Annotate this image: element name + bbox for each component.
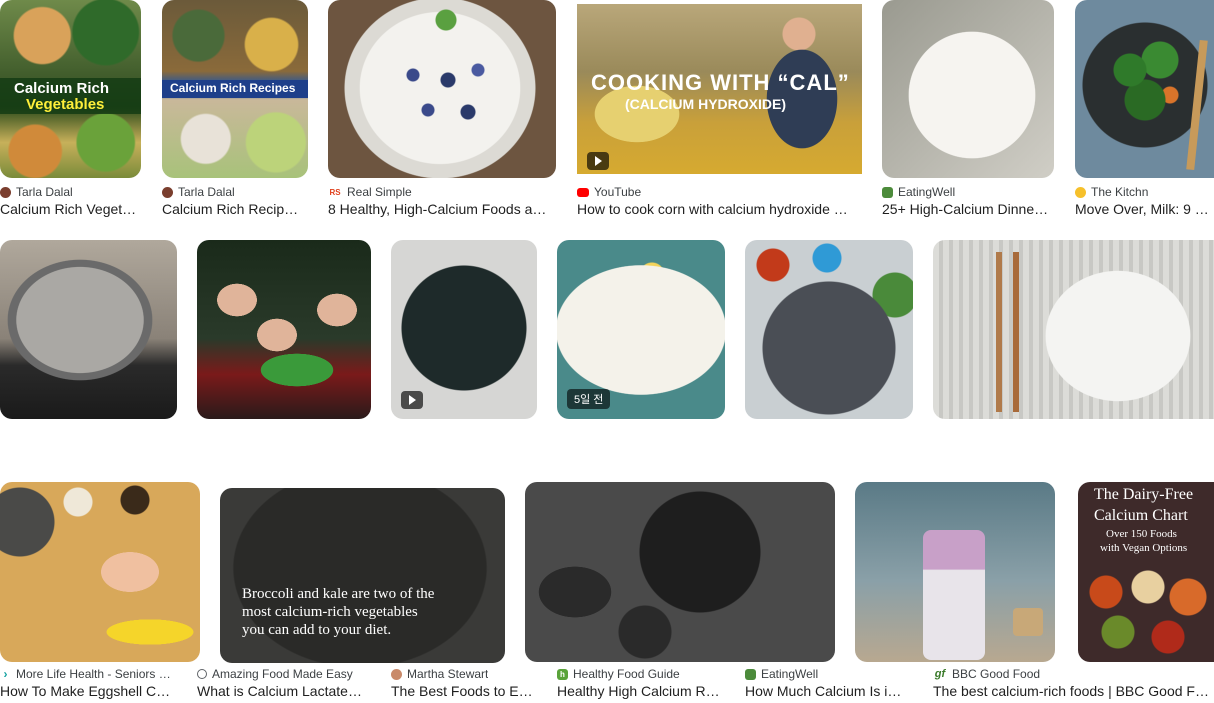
result-title[interactable]: How to cook corn with calcium hydroxide … bbox=[577, 201, 862, 221]
image-text: you can add to your diet. bbox=[242, 622, 392, 638]
result-source[interactable]: › More Life Health - Seniors … bbox=[0, 666, 171, 682]
result-thumbnail[interactable] bbox=[197, 240, 371, 419]
result-source[interactable]: Martha Stewart bbox=[391, 666, 488, 682]
result-thumbnail[interactable]: The Dairy-Free Calcium Chart Over 150 Fo… bbox=[1078, 482, 1214, 662]
result-source[interactable]: EatingWell bbox=[882, 184, 955, 200]
result-title[interactable]: The Best Foods to E… bbox=[391, 683, 537, 703]
image-text: Vegetables bbox=[26, 96, 105, 113]
result-thumbnail[interactable] bbox=[328, 0, 556, 178]
result-thumbnail[interactable] bbox=[933, 240, 1214, 419]
result-thumbnail[interactable] bbox=[882, 0, 1054, 178]
result-thumbnail[interactable] bbox=[745, 240, 913, 419]
result-title[interactable]: 8 Healthy, High-Calcium Foods a… bbox=[328, 201, 556, 221]
result-title[interactable]: Calcium Rich Recip… bbox=[162, 201, 308, 221]
date-badge: 5일 전 bbox=[567, 389, 611, 409]
favicon-icon bbox=[1075, 186, 1086, 198]
result-thumbnail[interactable] bbox=[855, 482, 1055, 662]
result-source[interactable]: YouTube bbox=[577, 184, 641, 200]
result-source[interactable]: Tarla Dalal bbox=[0, 184, 73, 200]
play-icon bbox=[587, 152, 609, 170]
result-title[interactable]: Move Over, Milk: 9 … bbox=[1075, 201, 1214, 221]
favicon-icon bbox=[162, 186, 173, 198]
result-thumbnail[interactable] bbox=[1075, 0, 1214, 178]
result-source[interactable]: gf BBC Good Food bbox=[933, 666, 1040, 682]
favicon-icon bbox=[0, 186, 11, 198]
result-title[interactable]: 25+ High-Calcium Dinne… bbox=[882, 201, 1054, 221]
chevron-right-icon: › bbox=[3, 666, 8, 681]
play-icon bbox=[401, 391, 423, 409]
result-title[interactable]: What is Calcium Lactate… bbox=[197, 683, 371, 703]
result-source[interactable]: RS Real Simple bbox=[328, 184, 411, 200]
favicon-icon bbox=[391, 668, 402, 680]
result-title[interactable]: Healthy High Calcium R… bbox=[557, 683, 725, 703]
result-title[interactable]: How To Make Eggshell C… bbox=[0, 683, 177, 703]
favicon-icon: RS bbox=[329, 187, 341, 197]
image-text: COOKING WITH “CAL” bbox=[591, 70, 850, 95]
result-thumbnail[interactable]: Broccoli and kale are two of the most ca… bbox=[220, 488, 505, 663]
image-text: with Vegan Options bbox=[1100, 542, 1188, 554]
result-thumbnail[interactable]: Calcium Rich Vegetables bbox=[0, 0, 141, 178]
result-source[interactable]: Tarla Dalal bbox=[162, 184, 235, 200]
result-thumbnail[interactable] bbox=[525, 482, 835, 662]
image-text: Over 150 Foods bbox=[1106, 528, 1177, 540]
result-thumbnail[interactable] bbox=[391, 240, 537, 419]
favicon-icon: gf bbox=[934, 667, 946, 680]
image-text: (CALCIUM HYDROXIDE) bbox=[625, 96, 786, 112]
image-text: Calcium Chart bbox=[1094, 507, 1188, 524]
result-title[interactable]: The best calcium-rich foods | BBC Good F… bbox=[933, 683, 1214, 703]
result-source[interactable]: Amazing Food Made Easy bbox=[197, 666, 353, 682]
favicon-icon: h bbox=[557, 668, 568, 680]
result-thumbnail[interactable] bbox=[0, 482, 200, 662]
result-source[interactable]: EatingWell bbox=[745, 666, 818, 682]
image-text: Calcium Rich Recipes bbox=[170, 81, 296, 95]
result-thumbnail[interactable]: COOKING WITH “CAL” (CALCIUM HYDROXIDE) bbox=[577, 0, 862, 178]
result-title[interactable]: Calcium Rich Veget… bbox=[0, 201, 141, 221]
result-thumbnail[interactable] bbox=[0, 240, 177, 419]
favicon-icon bbox=[882, 186, 893, 198]
result-source[interactable]: The Kitchn bbox=[1075, 184, 1148, 200]
result-thumbnail[interactable]: 5일 전 bbox=[557, 240, 725, 419]
youtube-icon bbox=[577, 187, 589, 197]
image-text: The Dairy-Free bbox=[1094, 486, 1194, 503]
image-text: most calcium-rich vegetables bbox=[242, 604, 418, 620]
favicon-icon bbox=[745, 668, 756, 680]
image-text: Broccoli and kale are two of the bbox=[242, 586, 435, 602]
result-thumbnail[interactable]: Calcium Rich Recipes bbox=[162, 0, 308, 178]
result-title[interactable]: How Much Calcium Is i… bbox=[745, 683, 913, 703]
globe-icon bbox=[197, 669, 207, 679]
image-text: Calcium Rich bbox=[14, 80, 110, 97]
result-source[interactable]: h Healthy Food Guide bbox=[557, 666, 680, 682]
